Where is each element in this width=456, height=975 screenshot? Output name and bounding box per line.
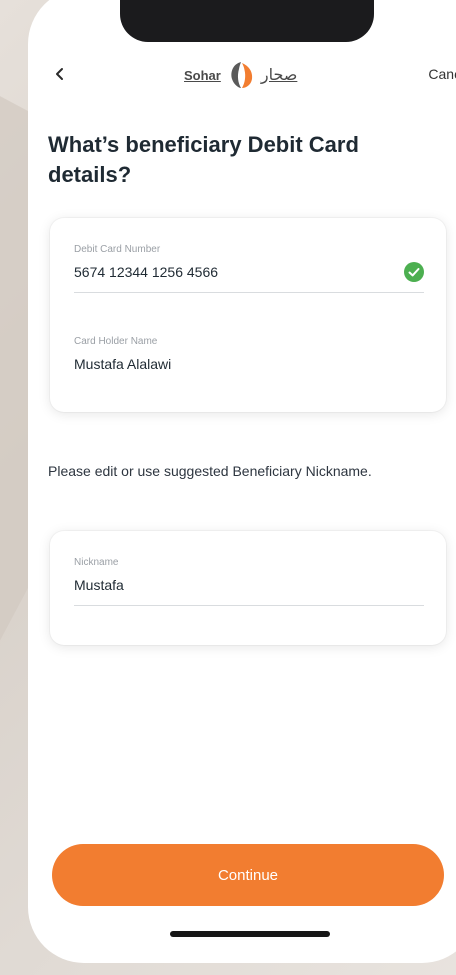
cancel-button[interactable]: Cancel xyxy=(428,66,456,82)
back-button[interactable] xyxy=(48,62,72,86)
nickname-hint: Please edit or use suggested Beneficiary… xyxy=(48,463,372,479)
field-divider xyxy=(74,605,424,606)
phone-screen: Sohar صحار Cancel What’s beneficiary Deb… xyxy=(28,0,456,963)
nickname-field[interactable]: Nickname Mustafa xyxy=(74,557,424,606)
debit-card-number-label: Debit Card Number xyxy=(74,244,161,255)
continue-button[interactable]: Continue xyxy=(52,844,444,906)
chevron-left-icon xyxy=(56,68,63,80)
top-navigation-bar: Sohar صحار Cancel xyxy=(28,58,456,98)
logo-text-en: Sohar xyxy=(184,67,221,83)
page-title: What’s beneficiary Debit Card details? xyxy=(48,132,359,187)
home-indicator xyxy=(170,931,330,937)
logo-text-ar: صحار xyxy=(260,65,298,84)
logo-mark-icon xyxy=(231,62,252,88)
nickname-input[interactable]: Mustafa xyxy=(74,575,424,595)
field-divider xyxy=(74,292,424,293)
phone-notch xyxy=(120,0,374,42)
nickname-card: Nickname Mustafa xyxy=(50,531,446,645)
nickname-label: Nickname xyxy=(74,557,119,568)
card-holder-name-field[interactable]: Card Holder Name Mustafa Alalawi xyxy=(74,336,424,374)
debit-card-number-field[interactable]: Debit Card Number 5674 12344 1256 4566 xyxy=(74,244,424,293)
sohar-logo: Sohar صحار xyxy=(184,58,324,92)
check-circle-icon xyxy=(404,262,424,282)
card-holder-name-label: Card Holder Name xyxy=(74,336,158,347)
debit-card-number-value[interactable]: 5674 12344 1256 4566 xyxy=(74,262,424,282)
card-details-card: Debit Card Number 5674 12344 1256 4566 C… xyxy=(50,218,446,412)
card-holder-name-value[interactable]: Mustafa Alalawi xyxy=(74,354,424,374)
